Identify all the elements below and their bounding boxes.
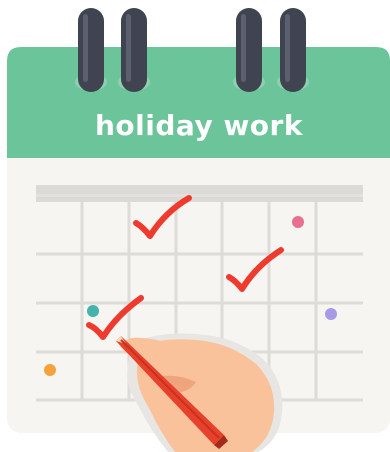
ring-icon [280, 8, 306, 92]
orange-dot [44, 364, 56, 376]
teal-dot [87, 305, 99, 317]
ring-icon [236, 8, 262, 92]
ring-icon [78, 8, 104, 92]
holiday-work-illustration: holiday work [0, 0, 390, 452]
calendar-illustration [7, 8, 390, 452]
purple-dot [325, 308, 337, 320]
ring-icon [121, 8, 147, 92]
pink-dot [292, 216, 304, 228]
calendar-top-bar [36, 185, 363, 202]
calendar-title: holiday work [95, 109, 303, 142]
